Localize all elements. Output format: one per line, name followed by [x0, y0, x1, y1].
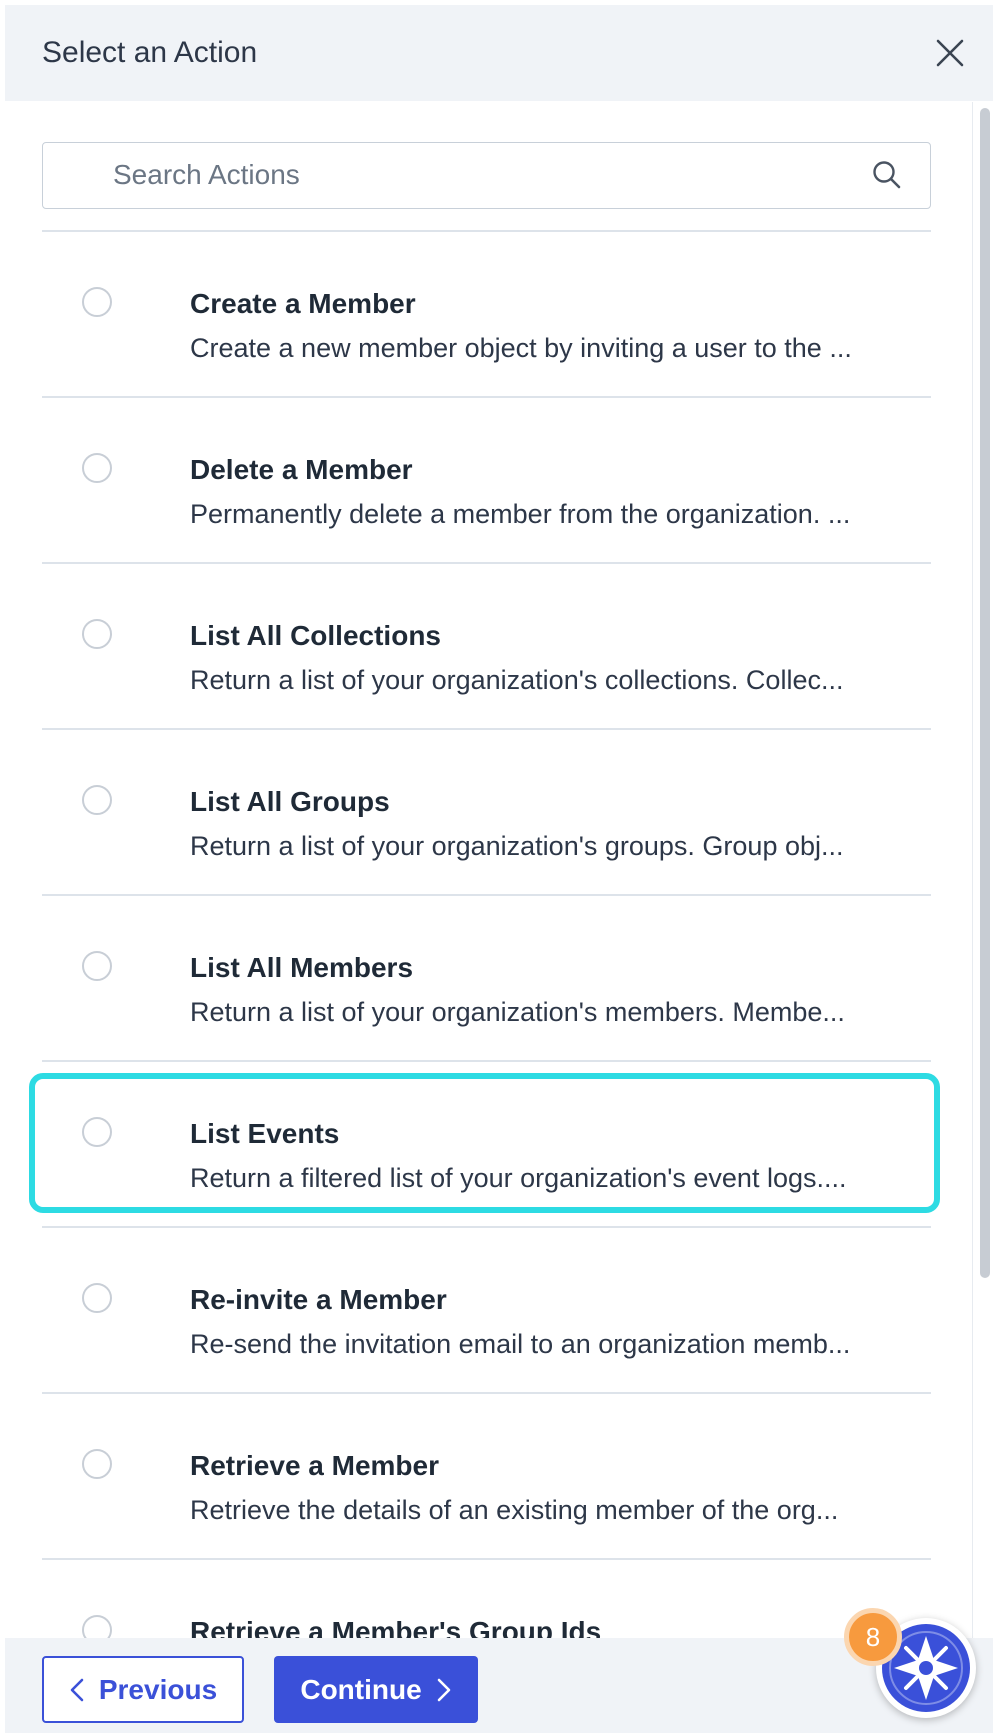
radio-button[interactable] [82, 1283, 112, 1313]
action-title: List All Members [190, 952, 414, 983]
list-divider [42, 1226, 931, 1228]
action-item-list-events[interactable]: List Events Return a filtered list of yo… [42, 1077, 931, 1227]
notification-badge: 8 [844, 1608, 902, 1666]
action-item-list-all-collections[interactable]: List All Collections Return a list of yo… [42, 579, 931, 729]
action-title: List All Collections [190, 620, 441, 651]
chevron-left-icon [70, 1678, 84, 1701]
chevron-right-icon [437, 1678, 450, 1701]
action-title: Re-invite a Member [190, 1284, 447, 1315]
action-item-list-all-groups[interactable]: List All Groups Return a list of your or… [42, 745, 931, 895]
list-divider [42, 562, 931, 564]
radio-button[interactable] [82, 1117, 112, 1147]
search-input[interactable] [113, 143, 873, 207]
action-item-create-member[interactable]: Create a Member Create a new member obje… [42, 247, 931, 397]
close-button[interactable] [928, 31, 972, 75]
select-action-panel: Select an Action Create a Member Create … [0, 0, 993, 1733]
radio-button[interactable] [82, 785, 112, 815]
action-description: Return a list of your organization's gro… [190, 831, 844, 861]
previous-button[interactable]: Previous [42, 1656, 244, 1723]
action-description: Create a new member object by inviting a… [190, 333, 852, 363]
action-description: Return a list of your organization's mem… [190, 997, 845, 1027]
previous-button-label: Previous [98, 1673, 218, 1705]
action-description: Permanently delete a member from the org… [190, 499, 851, 529]
radio-button[interactable] [82, 453, 112, 483]
list-divider [42, 894, 931, 896]
list-divider [42, 396, 931, 398]
list-divider [42, 1060, 931, 1062]
action-description: Return a filtered list of your organizat… [190, 1163, 847, 1193]
radio-button[interactable] [82, 951, 112, 981]
action-title: Retrieve a Member [190, 1450, 440, 1481]
action-description: Retrieve the details of an existing memb… [190, 1495, 839, 1525]
list-divider [42, 1392, 931, 1394]
search-icon[interactable] [869, 157, 905, 193]
continue-button[interactable]: Continue [274, 1656, 478, 1723]
scrollbar-thumb[interactable] [980, 108, 990, 1278]
radio-button[interactable] [82, 1449, 112, 1479]
panel-header: Select an Action [5, 5, 993, 101]
action-item-retrieve-member[interactable]: Retrieve a Member Retrieve the details o… [42, 1409, 931, 1559]
action-item-list-all-members[interactable]: List All Members Return a list of your o… [42, 911, 931, 1061]
action-description: Re-send the invitation email to an organ… [190, 1329, 851, 1359]
list-divider [42, 728, 931, 730]
radio-button[interactable] [82, 287, 112, 317]
action-title: List Events [190, 1118, 340, 1149]
action-title: List All Groups [190, 786, 390, 817]
close-icon [936, 39, 964, 67]
search-box [42, 142, 931, 209]
action-title: Retrieve a Member's Group Ids [190, 1616, 602, 1638]
radio-button[interactable] [82, 1615, 112, 1638]
action-description: Return a list of your organization's col… [190, 665, 844, 695]
list-divider [42, 1558, 931, 1560]
list-divider [42, 230, 931, 232]
panel-title: Select an Action [42, 36, 258, 69]
radio-button[interactable] [82, 619, 112, 649]
action-item-retrieve-member-group-ids[interactable]: Retrieve a Member's Group Ids [42, 1575, 931, 1638]
continue-button-label: Continue [300, 1673, 422, 1705]
action-item-reinvite-member[interactable]: Re-invite a Member Re-send the invitatio… [42, 1243, 931, 1393]
action-title: Create a Member [190, 288, 416, 319]
action-item-delete-member[interactable]: Delete a Member Permanently delete a mem… [42, 413, 931, 563]
action-title: Delete a Member [190, 454, 413, 485]
